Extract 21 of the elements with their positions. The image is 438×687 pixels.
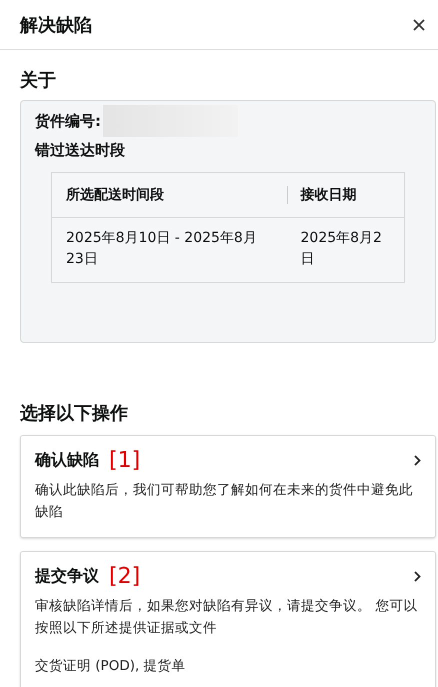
option-note: 交货证明 (POD), 提货单 (35, 657, 187, 675)
chevron-right-icon (414, 571, 421, 582)
annotation-marker: [1] (109, 448, 140, 473)
option-description: 审核缺陷详情后，如果您对缺陷有异议，请提交争议。 您可以按照以下所述提供证据或文件 (35, 597, 418, 638)
option-title: 确认缺陷 (35, 450, 99, 471)
section-heading: 选择以下操作 (20, 402, 129, 425)
column-header: 所选配送时间段 (52, 172, 286, 218)
dialog-title: 解决缺陷 (20, 14, 92, 36)
section-heading: 关于 (20, 69, 57, 92)
chevron-right-icon (414, 455, 421, 466)
table-cell: 2025年8月2日 (286, 218, 404, 282)
annotation-marker: [2] (109, 564, 140, 589)
table-cell: 2025年8月10日 - 2025年8月23日 (52, 218, 286, 282)
option-description: 确认此缺陷后，我们可帮助您了解如何在未来的货件中避免此缺陷 (35, 481, 414, 522)
action-option[interactable]: 确认缺陷 [1] 确认此缺陷后，我们可帮助您了解如何在未来的货件中避免此缺陷 (20, 435, 436, 538)
section-title: 错过送达时段 (35, 141, 126, 160)
option-title: 提交争议 (35, 566, 99, 587)
close-icon[interactable] (412, 18, 426, 32)
column-header: 接收日期 (286, 172, 404, 218)
shipment-id-label: 货件编号: (35, 112, 101, 130)
action-option[interactable]: 提交争议 [2] 审核缺陷详情后，如果您对缺陷有异议，请提交争议。 您可以按照以下所述提供证据或文件 交货证明 (POD), 提货单 (20, 551, 436, 687)
